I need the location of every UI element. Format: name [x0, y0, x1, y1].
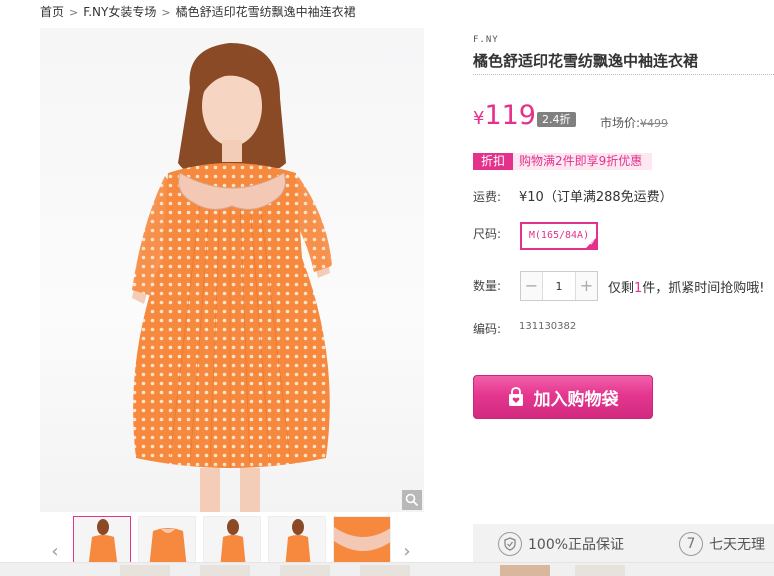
related-thumbnail[interactable] [200, 565, 250, 576]
seven-day-icon: 7 [679, 532, 703, 556]
model-illustration [132, 43, 332, 512]
shield-icon [498, 532, 522, 556]
breadcrumb-separator: > [161, 6, 171, 19]
return-policy: 7 七天无理 [679, 532, 765, 556]
genuine-text: 100%正品保证 [528, 537, 625, 553]
check-icon [584, 236, 598, 250]
minus-icon[interactable]: − [521, 272, 543, 300]
currency-symbol: ¥ [473, 108, 485, 129]
price-value: 119 [484, 100, 536, 131]
market-price-label: 市场价: [600, 116, 641, 130]
breadcrumb-separator: > [69, 6, 79, 19]
thumbnail[interactable] [268, 516, 326, 568]
size-label: 尺码: [473, 227, 502, 241]
related-thumbnail[interactable] [500, 565, 550, 576]
zoom-icon[interactable] [402, 490, 422, 510]
product-title: 橘色舒适印花雪纺飘逸中袖连衣裙 [473, 52, 699, 70]
discount-badge: 2.4折 [537, 112, 576, 127]
shipping-label: 运费: [473, 190, 502, 204]
promo-tag: 折扣 [473, 153, 514, 170]
related-thumbnail[interactable] [360, 565, 410, 576]
chevron-left-icon[interactable]: ‹ [48, 542, 62, 562]
promotion: 折扣 购物满2件即享9折优惠 [473, 153, 653, 170]
quantity-label: 数量: [473, 279, 502, 293]
breadcrumb: 首页 > F.NY女装专场 > 橘色舒适印花雪纺飘逸中袖连衣裙 [40, 3, 356, 20]
sku-label: 编码: [473, 322, 502, 336]
shopping-bag-icon [508, 387, 524, 407]
return-text: 七天无理 [709, 537, 765, 553]
genuine-guarantee: 100%正品保证 [498, 532, 624, 556]
thumbnail[interactable] [73, 516, 131, 568]
brand-name: F.NY [473, 35, 499, 45]
related-thumbnail[interactable] [120, 565, 170, 576]
thumbnail[interactable] [333, 516, 391, 568]
quantity-input[interactable] [543, 272, 575, 300]
sku-value: 131130382 [519, 321, 577, 332]
stock-note: 仅剩1件，抓紧时间抢购哦! [608, 277, 765, 296]
market-price-value: ¥499 [640, 117, 669, 130]
breadcrumb-category[interactable]: F.NY女装专场 [83, 5, 156, 19]
shipping-value: ¥10（订单满288免运费） [519, 190, 673, 205]
size-option-label: M(165/84A) [528, 230, 590, 241]
product-main-image[interactable] [40, 28, 424, 512]
assurance-bar: 100%正品保证 7 七天无理 [473, 524, 774, 564]
breadcrumb-home[interactable]: 首页 [40, 5, 64, 19]
breadcrumb-current: 橘色舒适印花雪纺飘逸中袖连衣裙 [175, 5, 356, 19]
thumbnail[interactable] [203, 516, 261, 568]
thumbnail[interactable] [138, 516, 196, 568]
market-price: 市场价:¥499 [600, 114, 668, 131]
add-to-cart-label: 加入购物袋 [533, 389, 619, 410]
divider [473, 74, 774, 75]
related-thumbnail[interactable] [280, 565, 330, 576]
product-price: ¥119 [473, 100, 536, 135]
plus-icon[interactable]: + [575, 272, 597, 300]
promo-text[interactable]: 购物满2件即享9折优惠 [513, 153, 653, 170]
related-thumbnail[interactable] [575, 565, 625, 576]
size-option-selected[interactable]: M(165/84A) [520, 222, 598, 250]
stock-suffix: 件，抓紧时间抢购哦! [642, 281, 765, 296]
stock-prefix: 仅剩 [608, 281, 635, 296]
add-to-cart-button[interactable]: 加入购物袋 [473, 375, 653, 419]
chevron-right-icon[interactable]: › [400, 542, 414, 562]
quantity-stepper: − + [520, 271, 598, 301]
product-page: 首页 > F.NY女装专场 > 橘色舒适印花雪纺飘逸中袖连衣裙 ‹ › F.NY… [0, 0, 774, 576]
related-products-strip [0, 562, 774, 576]
